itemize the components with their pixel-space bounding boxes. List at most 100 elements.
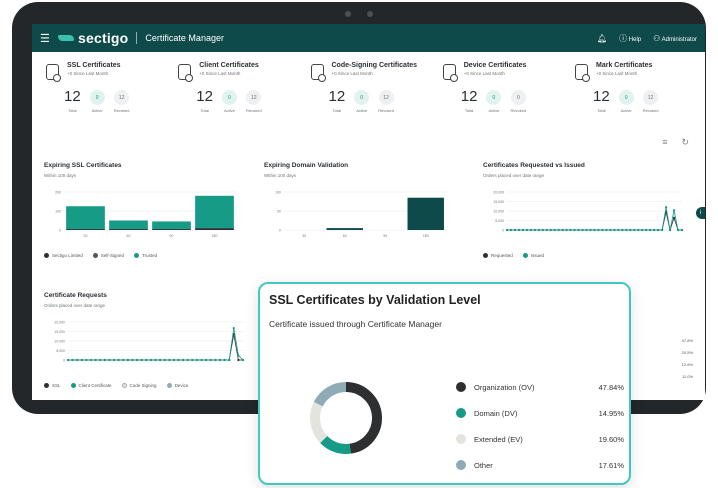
legend-row-ov[interactable]: Organization (OV) 47.84% bbox=[456, 374, 624, 400]
legend-item[interactable]: Issued bbox=[522, 253, 545, 259]
summary-cards: SSL Certificates +0 Since Last Month 12 To… bbox=[32, 52, 705, 119]
total-label: Total bbox=[597, 108, 606, 113]
data-point bbox=[525, 228, 528, 232]
revoked-label: Revoked bbox=[113, 108, 130, 113]
panel-expiring-domain: Expiring Domain Validation Within 100 da… bbox=[264, 162, 464, 247]
active-count: 0 bbox=[486, 90, 502, 105]
revoked-count: 12 bbox=[246, 90, 262, 105]
card-subtitle: +0 Since Last Month bbox=[67, 71, 109, 76]
bar bbox=[152, 221, 191, 230]
revoked-label: Revoked bbox=[642, 108, 659, 113]
data-point bbox=[621, 228, 624, 232]
revoked-count: 0 bbox=[510, 90, 526, 105]
panel-subtitle: Orders placed over date range bbox=[44, 303, 106, 308]
legend-label: Sectigo Limited bbox=[52, 253, 83, 258]
data-point bbox=[565, 228, 568, 232]
legend-row-other[interactable]: Other 17.61% bbox=[456, 452, 624, 478]
revoked-label: Revoked bbox=[378, 108, 394, 113]
legend-item[interactable]: Device bbox=[166, 383, 188, 389]
card-mark[interactable]: Mark Certificates +0 Since Last Month 12 T… bbox=[575, 62, 691, 113]
y-tick-label: 15,000 bbox=[54, 330, 65, 334]
data-point bbox=[126, 358, 129, 362]
legend-item[interactable]: Self-Signed bbox=[92, 253, 124, 259]
total-count: 12 bbox=[196, 88, 213, 105]
user-menu[interactable]: ⚇ Administrator bbox=[653, 34, 697, 43]
card-ssl[interactable]: SSL Certificates +0 Since Last Month 12 To… bbox=[46, 62, 162, 113]
data-point bbox=[569, 228, 572, 232]
bar bbox=[152, 229, 191, 230]
data-point bbox=[637, 228, 640, 232]
y-tick-label: 100 bbox=[55, 210, 61, 214]
series-line bbox=[507, 211, 682, 232]
legend-row-ev[interactable]: Extended (EV) 19.60% bbox=[456, 426, 624, 452]
bar bbox=[195, 195, 234, 229]
card-device[interactable]: Device Certificates +0 Since Last Month 1… bbox=[442, 62, 559, 113]
legend-item[interactable]: Code Signing bbox=[121, 383, 157, 389]
data-point bbox=[172, 358, 176, 362]
bell-icon[interactable]: 🔔︎ bbox=[597, 34, 607, 43]
legend-row-dv[interactable]: Domain (DV) 14.95% bbox=[456, 400, 624, 426]
legend-label: Trusted bbox=[142, 253, 158, 258]
card-subtitle: +0 Since Last Month bbox=[463, 71, 505, 76]
data-point bbox=[122, 358, 125, 362]
panel-subtitle: Orders placed over date range bbox=[483, 173, 545, 178]
legend-item[interactable]: Client Certificate bbox=[70, 383, 112, 389]
x-tick-label: 180 bbox=[212, 234, 218, 238]
side-info-icon[interactable]: i bbox=[696, 207, 705, 219]
data-point bbox=[668, 228, 672, 232]
legend-item[interactable]: SSL bbox=[44, 383, 61, 389]
data-point bbox=[613, 228, 616, 232]
data-point bbox=[645, 228, 648, 232]
data-point bbox=[633, 228, 636, 232]
percent-label: 11.0% bbox=[681, 374, 693, 379]
active-label: Active bbox=[91, 108, 103, 113]
card-client[interactable]: Client Certificates +0 Since Last Month 1… bbox=[178, 62, 294, 113]
filter-icon[interactable]: ≡ bbox=[662, 137, 667, 148]
y-tick-label: 5,000 bbox=[56, 349, 65, 353]
menu-icon[interactable]: ☰ bbox=[40, 32, 54, 45]
data-point bbox=[585, 228, 588, 232]
data-point bbox=[186, 358, 189, 362]
y-tick-label: 10,000 bbox=[54, 340, 65, 344]
legend-item[interactable]: Trusted bbox=[134, 253, 158, 259]
data-point bbox=[625, 228, 628, 232]
data-point bbox=[672, 216, 676, 219]
card-title: Mark Certificates bbox=[596, 62, 653, 69]
data-point bbox=[549, 228, 552, 232]
data-point bbox=[214, 358, 217, 362]
legend-value: 17.61% bbox=[598, 460, 624, 470]
panel-title: Certificates Requested vs Issued bbox=[483, 162, 585, 169]
refresh-icon[interactable]: ↻ bbox=[681, 137, 689, 148]
legend-label: Issued bbox=[530, 253, 545, 258]
bar bbox=[66, 229, 105, 230]
data-point bbox=[168, 358, 171, 362]
revoked-count: 12 bbox=[378, 90, 394, 105]
card-subtitle: +0 Since Last Month bbox=[596, 71, 638, 76]
data-point bbox=[657, 228, 660, 232]
data-point bbox=[99, 358, 102, 362]
y-tick-label: 5,000 bbox=[495, 219, 504, 223]
donut-slice bbox=[313, 382, 347, 407]
certificate-icon bbox=[178, 64, 194, 82]
active-label: Active bbox=[620, 108, 632, 113]
data-point bbox=[85, 358, 88, 362]
card-title: SSL Certificates bbox=[67, 62, 121, 69]
card-code-signing[interactable]: Code-Signing Certificates +0 Since Last M… bbox=[310, 62, 427, 113]
data-point bbox=[597, 228, 600, 232]
header-divider bbox=[136, 32, 138, 44]
data-point bbox=[76, 358, 79, 362]
logo[interactable]: sectigo bbox=[58, 30, 128, 46]
data-point bbox=[66, 358, 70, 362]
data-point bbox=[593, 228, 596, 232]
expiring-ssl-chart: 200 100 0 30 60 90 180 bbox=[55, 191, 236, 238]
legend-item[interactable]: Requested bbox=[483, 253, 513, 259]
legend-item[interactable]: Sectigo Limited bbox=[44, 253, 83, 259]
y-tick-label: 20,000 bbox=[54, 321, 65, 325]
legend-label: Code Signing bbox=[129, 383, 157, 388]
y-tick-label: 0 bbox=[59, 229, 61, 233]
revoked-count: 12 bbox=[643, 90, 659, 105]
data-point bbox=[541, 228, 544, 232]
help-button[interactable]: ⓘ Help bbox=[619, 33, 641, 44]
help-icon: ⓘ bbox=[619, 33, 628, 43]
bar bbox=[195, 228, 234, 230]
